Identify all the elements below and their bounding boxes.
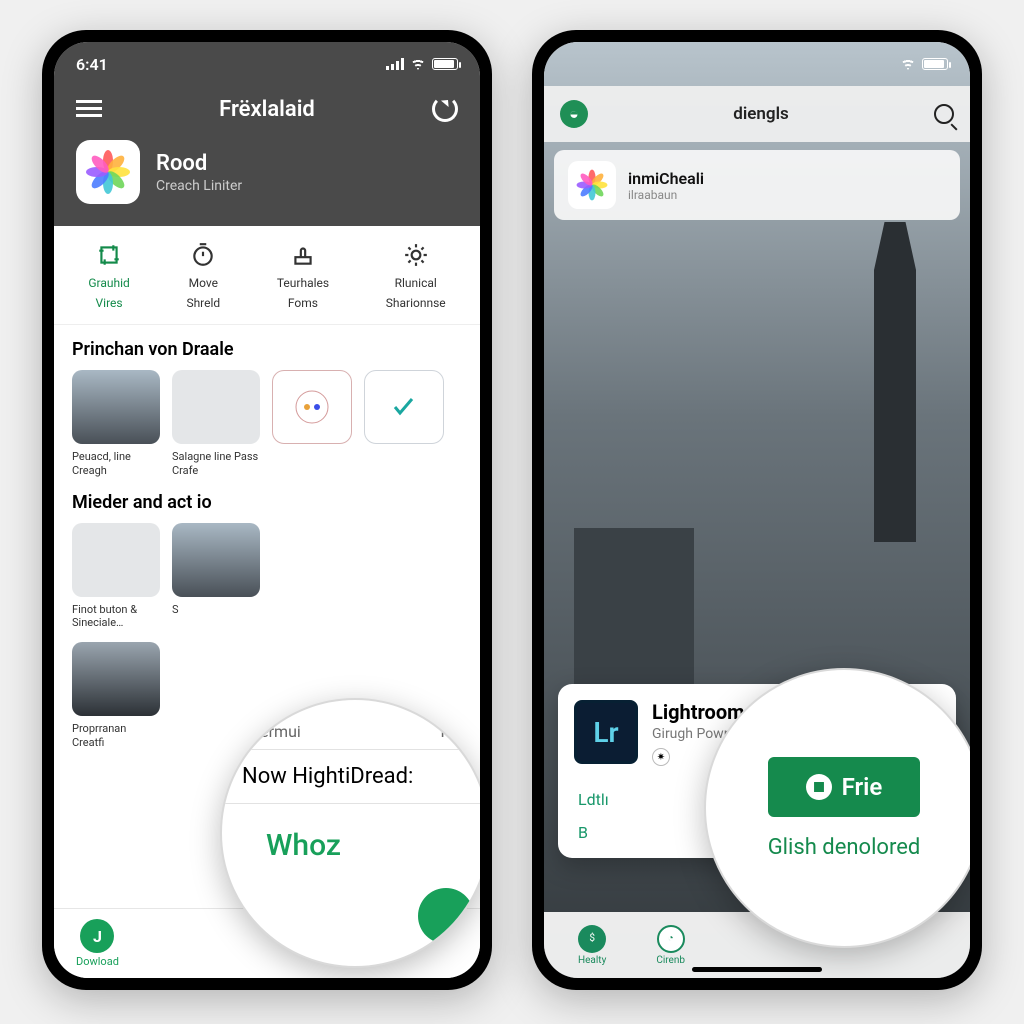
menu-icon[interactable] — [76, 100, 102, 118]
featured-app-name: Rood — [156, 151, 242, 176]
thumb-image — [72, 370, 160, 444]
thumb-finot[interactable]: Finot buton & Sineciale… — [72, 523, 160, 631]
tool-move[interactable]: Move Shreld — [186, 240, 220, 310]
lightroom-icon: Lr — [574, 700, 638, 764]
cellular-signal-icon — [386, 58, 404, 70]
search-icon[interactable] — [934, 104, 954, 124]
nav-healty[interactable]: $ Healty — [578, 925, 606, 966]
thumb-image — [72, 642, 160, 716]
wifi-icon — [410, 58, 426, 70]
nav-label: Healty — [578, 955, 606, 966]
featured-app-subtitle: Creach Liniter — [156, 178, 242, 194]
screen-left: 6:41 Frëxlalaid — [54, 42, 480, 978]
nav-label: Dowload — [76, 955, 119, 968]
featured-app-row[interactable]: Rood Creach Liniter — [54, 140, 480, 226]
tool-label-l2: Shreld — [186, 296, 220, 310]
battery-icon — [432, 58, 458, 70]
phone-left: 6:41 Frëxlalaid — [42, 30, 492, 990]
tool-label-l1: Grauhid — [88, 276, 129, 290]
status-bar: 6:41 — [54, 42, 480, 86]
free-button-label: Frie — [842, 773, 883, 801]
screen-title: Frëxlalaid — [219, 97, 315, 122]
compass-icon — [806, 774, 832, 800]
app-badge-icon[interactable]: ◒ — [560, 100, 588, 128]
tool-label-l1: Rlunical — [395, 276, 437, 290]
title-bar: Frëxlalaid — [54, 86, 480, 140]
status-icons — [386, 58, 458, 70]
nav-cirenb[interactable]: ◔ Cirenb — [656, 925, 685, 966]
wifi-icon — [900, 58, 916, 70]
preset-check-button[interactable] — [364, 370, 444, 444]
section1-row[interactable]: Peuacd, line Creagh Salagne line Pass Cr… — [54, 370, 480, 478]
photos-app-icon — [568, 161, 616, 209]
free-button[interactable]: Frie — [768, 757, 921, 817]
tool-label-l2: Vires — [96, 296, 123, 310]
timer-icon — [188, 240, 218, 270]
flower-icon — [577, 170, 608, 201]
magnifier-callout: lsermui Flu Now HightiDread: Whoz — [220, 698, 480, 968]
tool-grauhid[interactable]: Grauhid Vires — [88, 240, 129, 310]
thumb-caption: S — [172, 603, 260, 617]
refresh-icon[interactable] — [432, 96, 458, 122]
thumb-caption: Finot buton & Sineciale… — [72, 603, 160, 631]
tool-label-l1: Teurhales — [277, 276, 329, 290]
thumb-salagne[interactable]: Salagne line Pass Crafe — [172, 370, 260, 478]
crop-icon — [94, 240, 124, 270]
photos-app-icon — [76, 140, 140, 204]
search-header: ◒ diengls — [544, 86, 970, 142]
thumb-s[interactable]: S — [172, 523, 260, 631]
magnifier-subtitle: Glish denolored — [768, 835, 921, 860]
banner-text: inmiCheali ilraabaun — [628, 169, 704, 202]
nav-label: Cirenb — [656, 955, 685, 966]
sun-icon — [401, 240, 431, 270]
circle-icon: ◔ — [657, 925, 685, 953]
tool-label-l1: Move — [189, 276, 218, 290]
thumb-proprranan[interactable]: Proprranan Creatfi — [72, 642, 160, 750]
featured-app-text: Rood Creach Liniter — [156, 151, 242, 194]
flower-icon — [86, 150, 130, 194]
thumb-caption: Peuacd, line Creagh — [72, 450, 160, 478]
magnifier-headline: Now HightiDread: — [222, 749, 480, 804]
section2-row[interactable]: Finot buton & Sineciale… S — [54, 523, 480, 631]
section1-title: Princhan von Draale — [54, 325, 480, 370]
battery-icon — [922, 58, 948, 70]
dollar-icon: $ — [578, 925, 606, 953]
top-banner[interactable]: inmiCheali ilraabaun — [554, 150, 960, 220]
magnifier-big-word[interactable]: Whoz — [222, 804, 480, 863]
tool-teurhales[interactable]: Teurhales Foms — [277, 240, 329, 310]
rating-badge-icon: ✷ — [652, 748, 670, 766]
thumb-caption: Proprranan Creatfi — [72, 722, 160, 750]
thumb-caption: Salagne line Pass Crafe — [172, 450, 260, 478]
banner-title: inmiCheali — [628, 169, 704, 188]
preset-dots-button[interactable] — [272, 370, 352, 444]
magnifier-fab-icon[interactable] — [418, 888, 474, 944]
thumb-image — [72, 523, 160, 597]
thumb-image — [172, 523, 260, 597]
tool-label-l2: Sharionnse — [386, 296, 446, 310]
home-indicator[interactable] — [692, 967, 822, 972]
tool-strip: Grauhid Vires Move Shreld Teurhales Foms… — [54, 226, 480, 325]
thumb-peuacd[interactable]: Peuacd, line Creagh — [72, 370, 160, 478]
status-time: 6:41 — [76, 55, 108, 74]
nav-download[interactable]: J Dowload — [76, 919, 119, 968]
dark-header-block: 6:41 Frëxlalaid — [54, 42, 480, 226]
thumb-image — [172, 370, 260, 444]
banner-subtitle: ilraabaun — [628, 188, 704, 202]
screen-right: 9:41 ◒ diengls — [544, 42, 970, 978]
stamp-icon — [288, 240, 318, 270]
tool-label-l2: Foms — [288, 296, 318, 310]
download-icon: J — [80, 919, 114, 953]
header-title: diengls — [733, 104, 788, 124]
phone-right: 9:41 ◒ diengls — [532, 30, 982, 990]
tool-rlunical[interactable]: Rlunical Sharionnse — [386, 240, 446, 310]
section2-title: Mieder and act io — [54, 478, 480, 523]
magnifier-callout: Frie Glish denolored — [704, 668, 970, 948]
